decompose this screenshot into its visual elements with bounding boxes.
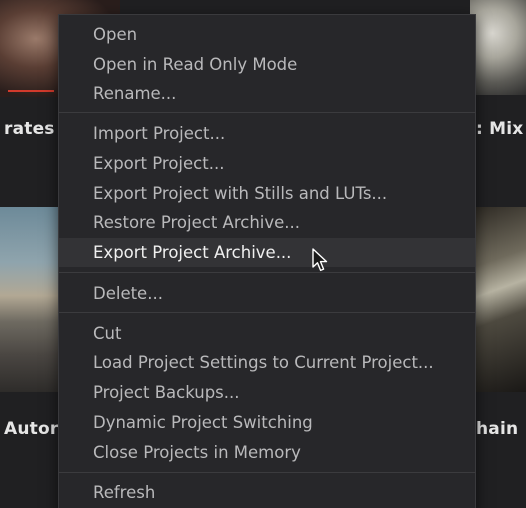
menu-item-close-projects-in-memory[interactable]: Close Projects in Memory bbox=[59, 438, 475, 467]
menu-separator bbox=[59, 312, 475, 313]
project-title[interactable]: : Mix bbox=[476, 119, 523, 139]
menu-item-project-backups[interactable]: Project Backups... bbox=[59, 378, 475, 407]
project-manager-background: rates : Mix Autor hain Open Open in Read… bbox=[0, 0, 526, 508]
project-title[interactable]: rates bbox=[4, 119, 55, 139]
menu-separator bbox=[59, 272, 475, 273]
menu-item-import-project[interactable]: Import Project... bbox=[59, 119, 475, 148]
menu-item-export-project-stills-luts[interactable]: Export Project with Stills and LUTs... bbox=[59, 179, 475, 208]
project-title[interactable]: hain bbox=[476, 419, 518, 439]
menu-item-dynamic-project-switching[interactable]: Dynamic Project Switching bbox=[59, 408, 475, 437]
menu-item-restore-project-archive[interactable]: Restore Project Archive... bbox=[59, 208, 475, 237]
menu-separator bbox=[59, 112, 475, 113]
project-thumbnail[interactable] bbox=[470, 207, 526, 392]
menu-item-refresh[interactable]: Refresh bbox=[59, 478, 475, 507]
context-menu: Open Open in Read Only Mode Rename... Im… bbox=[58, 14, 476, 508]
project-title[interactable]: Autor bbox=[4, 419, 58, 439]
menu-separator bbox=[59, 472, 475, 473]
menu-item-delete[interactable]: Delete... bbox=[59, 279, 475, 308]
menu-item-cut[interactable]: Cut bbox=[59, 319, 475, 348]
menu-item-rename[interactable]: Rename... bbox=[59, 79, 475, 108]
project-thumbnail[interactable] bbox=[470, 0, 526, 95]
project-thumbnail[interactable] bbox=[0, 207, 60, 392]
menu-item-open[interactable]: Open bbox=[59, 20, 475, 49]
arrow-pointer-icon bbox=[312, 248, 328, 272]
menu-item-load-project-settings[interactable]: Load Project Settings to Current Project… bbox=[59, 348, 475, 377]
menu-item-export-project-archive[interactable]: Export Project Archive... bbox=[59, 238, 475, 267]
menu-item-open-read-only[interactable]: Open in Read Only Mode bbox=[59, 50, 475, 79]
menu-item-export-project[interactable]: Export Project... bbox=[59, 149, 475, 178]
